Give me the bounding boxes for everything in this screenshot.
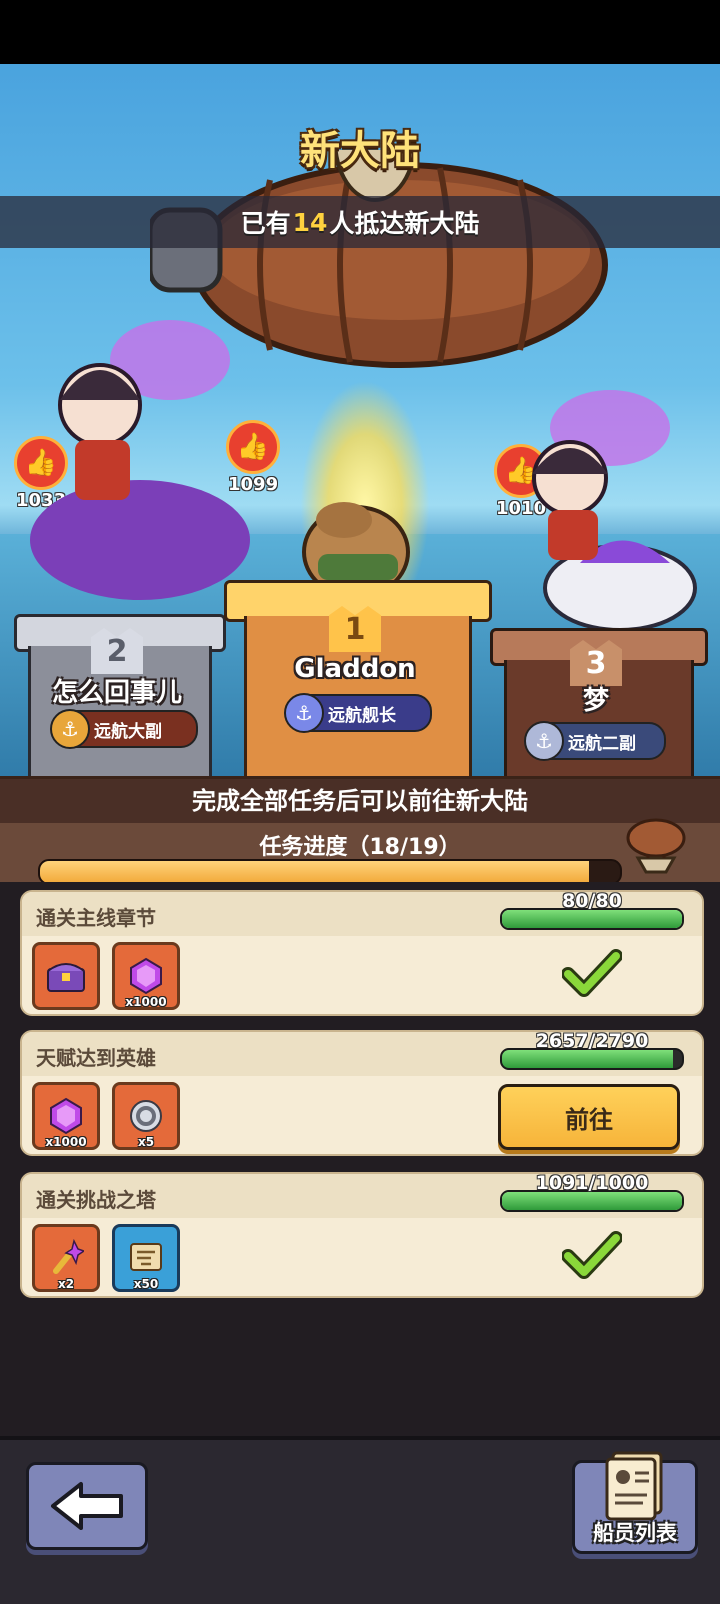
task-progress-text: 80/80 <box>562 890 622 912</box>
silver-coin-icon <box>130 1100 162 1132</box>
crew-list-icon <box>605 1451 663 1521</box>
task-title: 天赋达到英雄 <box>36 1046 156 1070</box>
progress-label: 任务进度（18/19） <box>259 835 461 860</box>
crew-list-button[interactable]: 船员列表 <box>572 1451 698 1554</box>
player-name: Gladdon <box>294 654 416 684</box>
purple-gem-icon <box>50 1097 82 1135</box>
character-rank3[interactable] <box>470 388 700 638</box>
player-name: 梦 <box>582 686 609 716</box>
anchor-icon: ⚓ <box>50 709 90 749</box>
airship-icon <box>626 818 686 874</box>
task-card: 通关挑战之塔 1091/1000 x2 x50 <box>20 1172 704 1298</box>
arrival-banner: 已有 14 人抵达新大陆 <box>0 196 720 248</box>
player-name: 怎么回事儿 <box>51 678 182 708</box>
character-rank2[interactable] <box>20 300 260 620</box>
task-card: 天赋达到英雄 2657/2790 x1000 x5 前往 <box>20 1030 704 1156</box>
scroll-map-icon <box>130 1243 162 1271</box>
player-title-badge: ⚓ 远航二副 <box>524 721 666 761</box>
progress-hint: 完成全部任务后可以前往新大陆 <box>0 779 720 823</box>
player-title-badge: ⚓ 远航舰长 <box>284 693 432 733</box>
task-progress-text: 1091/1000 <box>535 1172 649 1194</box>
task-title: 通关主线章节 <box>36 906 156 930</box>
checkmark-icon <box>562 1231 622 1279</box>
status-bar <box>0 0 720 64</box>
player-title-badge: ⚓ 远航大副 <box>50 709 198 749</box>
treasure-chest-icon <box>47 963 85 992</box>
reward-qty: x50 <box>133 1277 159 1291</box>
page-title: 新大陆 <box>300 128 420 174</box>
back-arrow-icon <box>51 1482 123 1530</box>
podium-rank3[interactable]: 3 梦 ⚓ 远航二副 <box>490 628 708 779</box>
player-title: 远航大副 <box>94 721 162 742</box>
magic-wand-icon <box>53 1239 84 1274</box>
reward-qty: x5 <box>137 1135 155 1149</box>
checkmark-icon <box>562 949 622 997</box>
podium-rank2[interactable]: 2 怎么回事儿 ⚓ 远航大副 <box>14 614 226 779</box>
player-title: 远航舰长 <box>328 705 396 726</box>
anchor-icon: ⚓ <box>524 721 564 761</box>
anchor-icon: ⚓ <box>284 693 324 733</box>
reward-qty: x1000 <box>125 995 167 1009</box>
arrival-prefix: 已有 <box>240 209 291 238</box>
reward-item[interactable]: x2 <box>32 1224 100 1292</box>
back-button[interactable] <box>26 1462 148 1550</box>
reward-item[interactable]: x1000 <box>32 1082 100 1150</box>
task-title: 通关挑战之塔 <box>36 1188 156 1212</box>
reward-qty: x1000 <box>45 1135 87 1149</box>
crew-list-label: 船员列表 <box>593 1521 677 1545</box>
player-title: 远航二副 <box>568 733 636 754</box>
task-progress-fill <box>502 1192 682 1210</box>
arrival-count: 14 <box>292 207 328 237</box>
overall-progress-fill <box>40 861 590 883</box>
reward-item[interactable]: x1000 <box>112 942 180 1010</box>
task-progress-fill <box>502 1050 674 1068</box>
reward-item[interactable] <box>32 942 100 1010</box>
podium-rank1[interactable]: 1 Gladdon ⚓ 远航舰长 <box>224 580 492 779</box>
go-button[interactable]: 前往 <box>498 1084 680 1150</box>
arrival-suffix: 人抵达新大陆 <box>329 209 480 238</box>
reward-item[interactable]: x50 <box>112 1224 180 1292</box>
purple-gem-icon <box>130 957 162 995</box>
reward-qty: x2 <box>57 1277 75 1291</box>
reward-item[interactable]: x5 <box>112 1082 180 1150</box>
task-card: 通关主线章节 80/80 x1000 <box>20 890 704 1016</box>
task-progress-text: 2657/2790 <box>535 1030 649 1052</box>
task-progress-fill <box>502 910 682 928</box>
task-progress-panel: 完成全部任务后可以前往新大陆 任务进度（18/19） <box>0 776 720 886</box>
